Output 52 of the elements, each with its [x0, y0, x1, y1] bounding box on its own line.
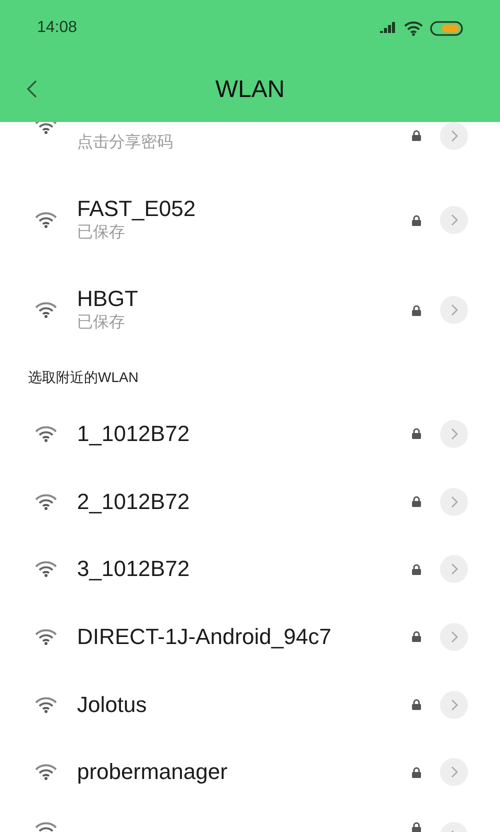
chevron-icon [450, 563, 458, 576]
chevron-icon [450, 304, 458, 316]
wifi-icon [35, 696, 57, 713]
chevron-icon [450, 214, 458, 226]
chevron-icon [450, 630, 458, 643]
back-button[interactable] [26, 79, 38, 99]
network-row[interactable]: DIRECT-1J-Android_94c7 [0, 603, 500, 671]
wifi-icon [404, 20, 423, 36]
battery-icon [430, 20, 463, 36]
network-row[interactable]: 3_1012B72 [0, 535, 500, 604]
details-button[interactable] [440, 420, 468, 448]
network-name: 2_1012B72 [77, 488, 190, 515]
details-button[interactable] [440, 206, 468, 234]
wifi-icon [35, 302, 57, 318]
wifi-icon [35, 426, 57, 442]
network-status: 已保存 [77, 313, 125, 333]
details-button[interactable] [440, 622, 468, 651]
details-button[interactable] [440, 758, 468, 786]
details-button[interactable] [440, 488, 468, 516]
network-row[interactable]: 1_1012B72 [0, 400, 500, 468]
network-name: DIRECT-1J-Android_94c7 [77, 624, 332, 650]
network-name: FAST_E052 [77, 196, 196, 222]
details-button[interactable] [440, 122, 468, 150]
network-name: Jolotus [77, 692, 147, 718]
wifi-icon [35, 764, 57, 780]
chevron-icon [450, 698, 458, 711]
wifi-icon [35, 561, 57, 578]
network-status: 已保存 [77, 223, 125, 243]
chevron-icon [450, 428, 458, 440]
wifi-icon [35, 494, 57, 510]
network-row[interactable]: 2_1012B72 [0, 468, 500, 536]
section-header: 选取附近的WLAN [27, 368, 140, 386]
network-row[interactable]: HBGT 已保存 [0, 265, 500, 355]
screen-title: WLAN [214, 76, 286, 104]
status-time: 14:08 [37, 19, 78, 37]
network-name: 1_1012B72 [77, 420, 190, 447]
details-button[interactable] [440, 296, 468, 324]
details-button[interactable] [440, 690, 468, 719]
details-button[interactable] [440, 555, 468, 584]
network-name: 3_1012B72 [77, 556, 190, 582]
network-row[interactable]: Jolotus [0, 670, 500, 738]
network-status: 点击分享密码 [77, 132, 173, 153]
network-row[interactable]: probermanager [0, 738, 500, 806]
signal-icon [380, 22, 397, 34]
network-row[interactable]: FAST_E052 已保存 [0, 175, 500, 265]
chevron-icon [450, 130, 458, 142]
network-name: probermanager [77, 759, 228, 786]
chevron-icon [450, 496, 458, 508]
wifi-icon [35, 212, 57, 228]
network-name: HBGT [77, 286, 138, 312]
wifi-icon [35, 628, 57, 645]
chevron-icon [450, 766, 458, 778]
